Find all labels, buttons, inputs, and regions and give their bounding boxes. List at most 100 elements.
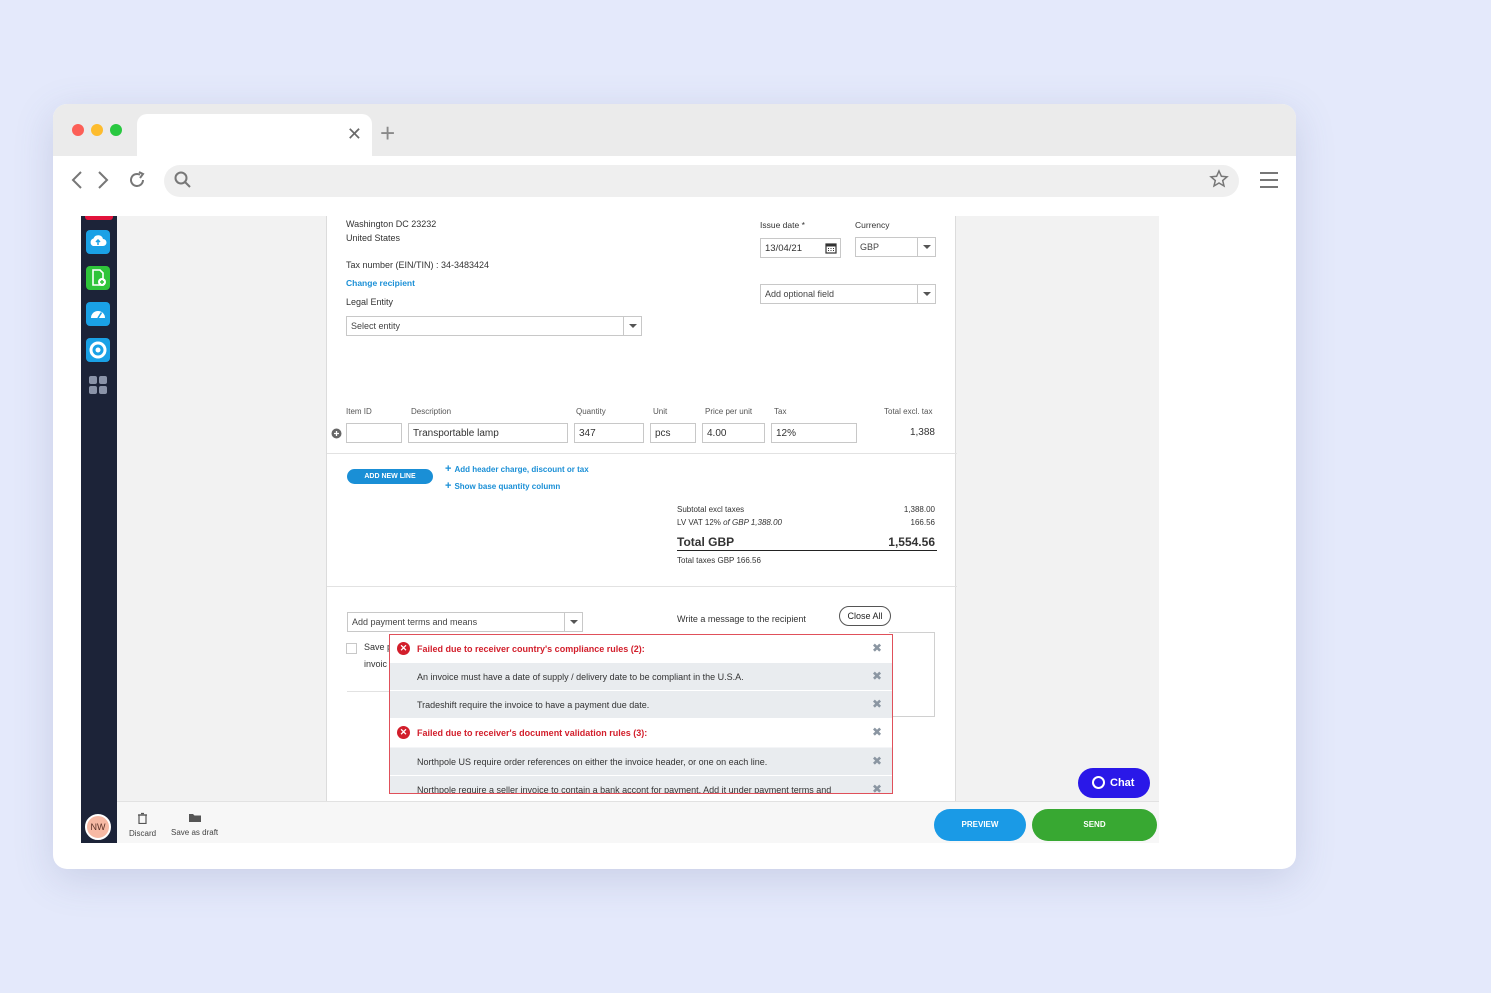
navigation-bar	[53, 156, 1296, 214]
item-id-input[interactable]	[346, 423, 402, 443]
subtotal-value: 1,388.00	[903, 505, 935, 514]
description-input[interactable]: Transportable lamp	[408, 423, 568, 443]
address-bar[interactable]	[164, 165, 1239, 197]
error-icon: ✕	[397, 642, 410, 655]
error-group-title: Failed due to receiver's document valida…	[417, 728, 648, 738]
line-total: 1,388	[909, 427, 935, 438]
error-message: An invoice must have a date of supply / …	[417, 672, 744, 682]
vat-label: LV VAT 12% of GBP 1,388.00	[677, 518, 782, 527]
window-minimize-dot[interactable]	[91, 124, 103, 136]
line-options-icon[interactable]	[331, 426, 342, 444]
plus-icon: +	[445, 480, 452, 492]
bookmark-star-icon[interactable]	[1209, 169, 1229, 195]
sidebar-top-accent	[85, 216, 113, 220]
legal-entity-select[interactable]: Select entity	[346, 316, 642, 336]
invoice-app: NW Washington DC 23232 United States Tax…	[81, 216, 1159, 843]
optional-field-select[interactable]: Add optional field	[760, 284, 936, 304]
dismiss-icon[interactable]: ✖	[872, 754, 882, 768]
vat-label-suffix: of GBP 1,388.00	[723, 518, 782, 527]
back-icon[interactable]	[71, 170, 83, 195]
add-header-charge-label: Add header charge, discount or tax	[454, 465, 589, 474]
error-item: Tradeshift require the invoice to have a…	[390, 691, 892, 719]
tab-close-icon[interactable]: ✕	[347, 124, 362, 144]
support-lifebuoy-icon[interactable]	[86, 338, 110, 362]
browser-menu-icon[interactable]	[1260, 172, 1278, 193]
legal-entity-value: Select entity	[351, 321, 401, 331]
send-button[interactable]: SEND	[1032, 809, 1157, 841]
user-avatar[interactable]: NW	[85, 814, 111, 840]
error-item: Northpole US require order references on…	[390, 748, 892, 776]
optional-field-label: Add optional field	[765, 289, 835, 299]
issue-date-value: 13/04/21	[765, 243, 802, 254]
tab-bar: ✕ +	[53, 104, 1296, 156]
change-recipient-link[interactable]: Change recipient	[346, 278, 415, 288]
payment-subdivider	[347, 691, 392, 692]
apps-grid-icon[interactable]	[89, 376, 107, 394]
window-maximize-dot[interactable]	[110, 124, 122, 136]
error-message: Northpole require a seller invoice to co…	[417, 785, 832, 794]
total-underline	[677, 550, 937, 551]
chevron-down-icon	[564, 613, 582, 631]
payment-terms-select[interactable]: Add payment terms and means	[347, 612, 583, 632]
browser-tab[interactable]: ✕	[137, 114, 372, 156]
new-tab-icon[interactable]: +	[380, 120, 395, 146]
save-draft-button[interactable]: Save as draft	[171, 812, 218, 837]
tax-input[interactable]: 12%	[771, 423, 857, 443]
total-taxes: Total taxes GBP 166.56	[677, 556, 761, 565]
line-items-divider	[327, 453, 957, 454]
error-item: Northpole require a seller invoice to co…	[390, 776, 892, 794]
error-item: An invoice must have a date of supply / …	[390, 663, 892, 691]
column-header-tax: Tax	[774, 407, 787, 416]
trash-icon	[129, 812, 156, 827]
close-all-button[interactable]: Close All	[839, 606, 891, 626]
reload-icon[interactable]	[127, 170, 147, 195]
column-header-total: Total excl. tax	[884, 407, 933, 416]
folder-icon	[171, 812, 218, 826]
error-group-header: ✕ Failed due to receiver country's compl…	[390, 635, 892, 663]
issue-date-label: Issue date *	[760, 220, 805, 230]
message-textarea[interactable]	[889, 632, 935, 717]
chevron-down-icon	[917, 238, 935, 256]
calendar-icon[interactable]	[825, 242, 837, 257]
show-base-quantity-link[interactable]: + Show base quantity column	[445, 480, 560, 492]
discard-label: Discard	[129, 829, 157, 838]
dismiss-icon[interactable]: ✖	[872, 697, 882, 711]
quantity-input[interactable]: 347	[574, 423, 644, 443]
unit-input[interactable]: pcs	[650, 423, 696, 443]
error-message: Tradeshift require the invoice to have a…	[417, 700, 650, 710]
dismiss-icon[interactable]: ✖	[872, 725, 882, 739]
vat-label-prefix: LV VAT 12%	[677, 518, 724, 527]
currency-label: Currency	[855, 220, 890, 230]
add-header-charge-link[interactable]: + Add header charge, discount or tax	[445, 463, 589, 475]
recipient-country: United States	[346, 233, 401, 243]
currency-select[interactable]: GBP	[855, 237, 936, 257]
window-close-dot[interactable]	[72, 124, 84, 136]
total-value: 1,554.56	[888, 535, 935, 549]
error-icon: ✕	[397, 726, 410, 739]
new-document-icon[interactable]	[86, 266, 110, 290]
forward-icon[interactable]	[97, 170, 109, 195]
show-base-quantity-label: Show base quantity column	[454, 482, 561, 491]
action-footer: Discard Save as draft PREVIEW SEND	[117, 801, 1159, 843]
chevron-down-icon	[917, 285, 935, 303]
chat-button[interactable]: Chat	[1078, 768, 1150, 798]
payment-terms-placeholder: Add payment terms and means	[352, 617, 478, 627]
cloud-upload-icon[interactable]	[86, 230, 110, 254]
dismiss-icon[interactable]: ✖	[872, 782, 882, 793]
save-payment-checkbox[interactable]	[346, 643, 357, 654]
dismiss-icon[interactable]: ✖	[872, 641, 882, 655]
dismiss-icon[interactable]: ✖	[872, 669, 882, 683]
search-icon	[174, 171, 192, 194]
preview-button[interactable]: PREVIEW	[934, 809, 1026, 841]
column-header-item-id: Item ID	[346, 407, 372, 416]
error-group-header: ✕ Failed due to receiver's document vali…	[390, 719, 892, 747]
app-sidebar: NW	[81, 216, 117, 843]
discard-button[interactable]: Discard	[129, 812, 156, 838]
vat-value: 166.56	[910, 518, 935, 527]
column-header-quantity: Quantity	[576, 407, 606, 416]
add-new-line-button[interactable]: ADD NEW LINE	[347, 469, 433, 484]
plus-icon: +	[445, 463, 452, 475]
dashboard-gauge-icon[interactable]	[86, 302, 110, 326]
price-input[interactable]: 4.00	[702, 423, 765, 443]
issue-date-input[interactable]: 13/04/21	[760, 238, 841, 258]
